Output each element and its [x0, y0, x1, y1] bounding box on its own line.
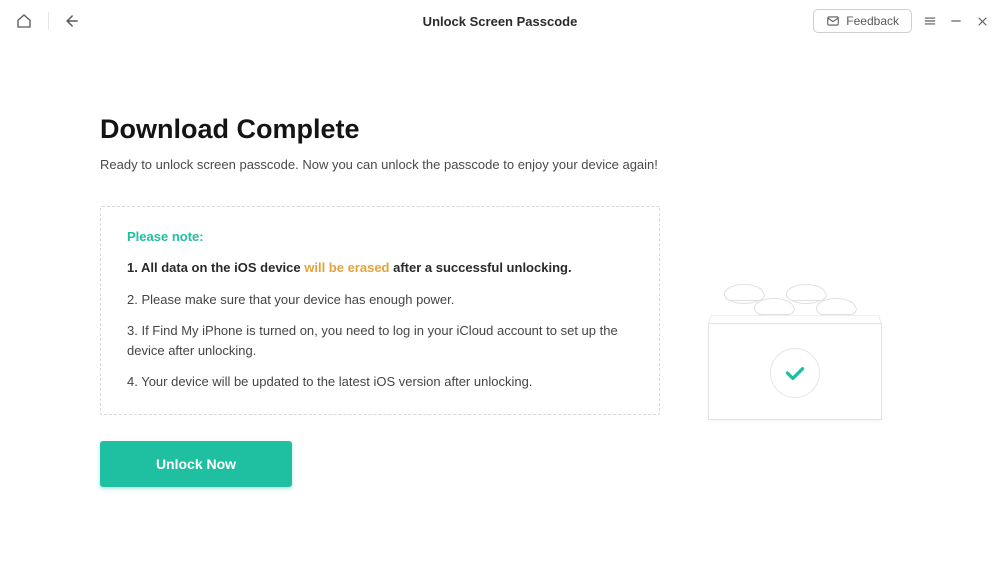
arrow-left-icon [63, 11, 83, 31]
note-line-4: 4. Your device will be updated to the la… [127, 372, 633, 392]
note-line-3: 3. If Find My iPhone is turned on, you n… [127, 321, 633, 360]
unlock-now-button[interactable]: Unlock Now [100, 441, 292, 487]
main-column: Download Complete Ready to unlock screen… [100, 114, 660, 487]
note-1-prefix: 1. All data on the iOS device [127, 260, 304, 275]
note-line-2: 2. Please make sure that your device has… [127, 290, 633, 310]
minimize-icon [949, 14, 963, 28]
success-badge [770, 348, 820, 398]
check-icon [782, 360, 808, 386]
mail-icon [826, 14, 840, 28]
note-1-highlight: will be erased [304, 260, 389, 275]
window-title: Unlock Screen Passcode [423, 14, 578, 29]
note-header: Please note: [127, 229, 633, 244]
home-icon [15, 12, 33, 30]
page-title: Download Complete [100, 114, 660, 145]
menu-icon [923, 14, 937, 28]
menu-button[interactable] [922, 13, 938, 29]
feedback-label: Feedback [846, 14, 899, 28]
close-button[interactable] [974, 13, 990, 29]
block-illustration [700, 280, 890, 420]
feedback-button[interactable]: Feedback [813, 9, 912, 33]
minimize-button[interactable] [948, 13, 964, 29]
window-controls [922, 13, 990, 29]
header-left [10, 7, 87, 35]
back-button[interactable] [59, 7, 87, 35]
home-button[interactable] [10, 7, 38, 35]
illustration [690, 214, 900, 487]
divider [48, 12, 49, 30]
page-subtitle: Ready to unlock screen passcode. Now you… [100, 157, 660, 172]
header-right: Feedback [813, 9, 990, 33]
close-icon [976, 15, 989, 28]
note-box: Please note: 1. All data on the iOS devi… [100, 206, 660, 415]
note-line-1: 1. All data on the iOS device will be er… [127, 258, 633, 278]
title-bar: Unlock Screen Passcode Feedback [0, 0, 1000, 42]
content-area: Download Complete Ready to unlock screen… [0, 42, 1000, 487]
note-1-suffix: after a successful unlocking. [390, 260, 572, 275]
